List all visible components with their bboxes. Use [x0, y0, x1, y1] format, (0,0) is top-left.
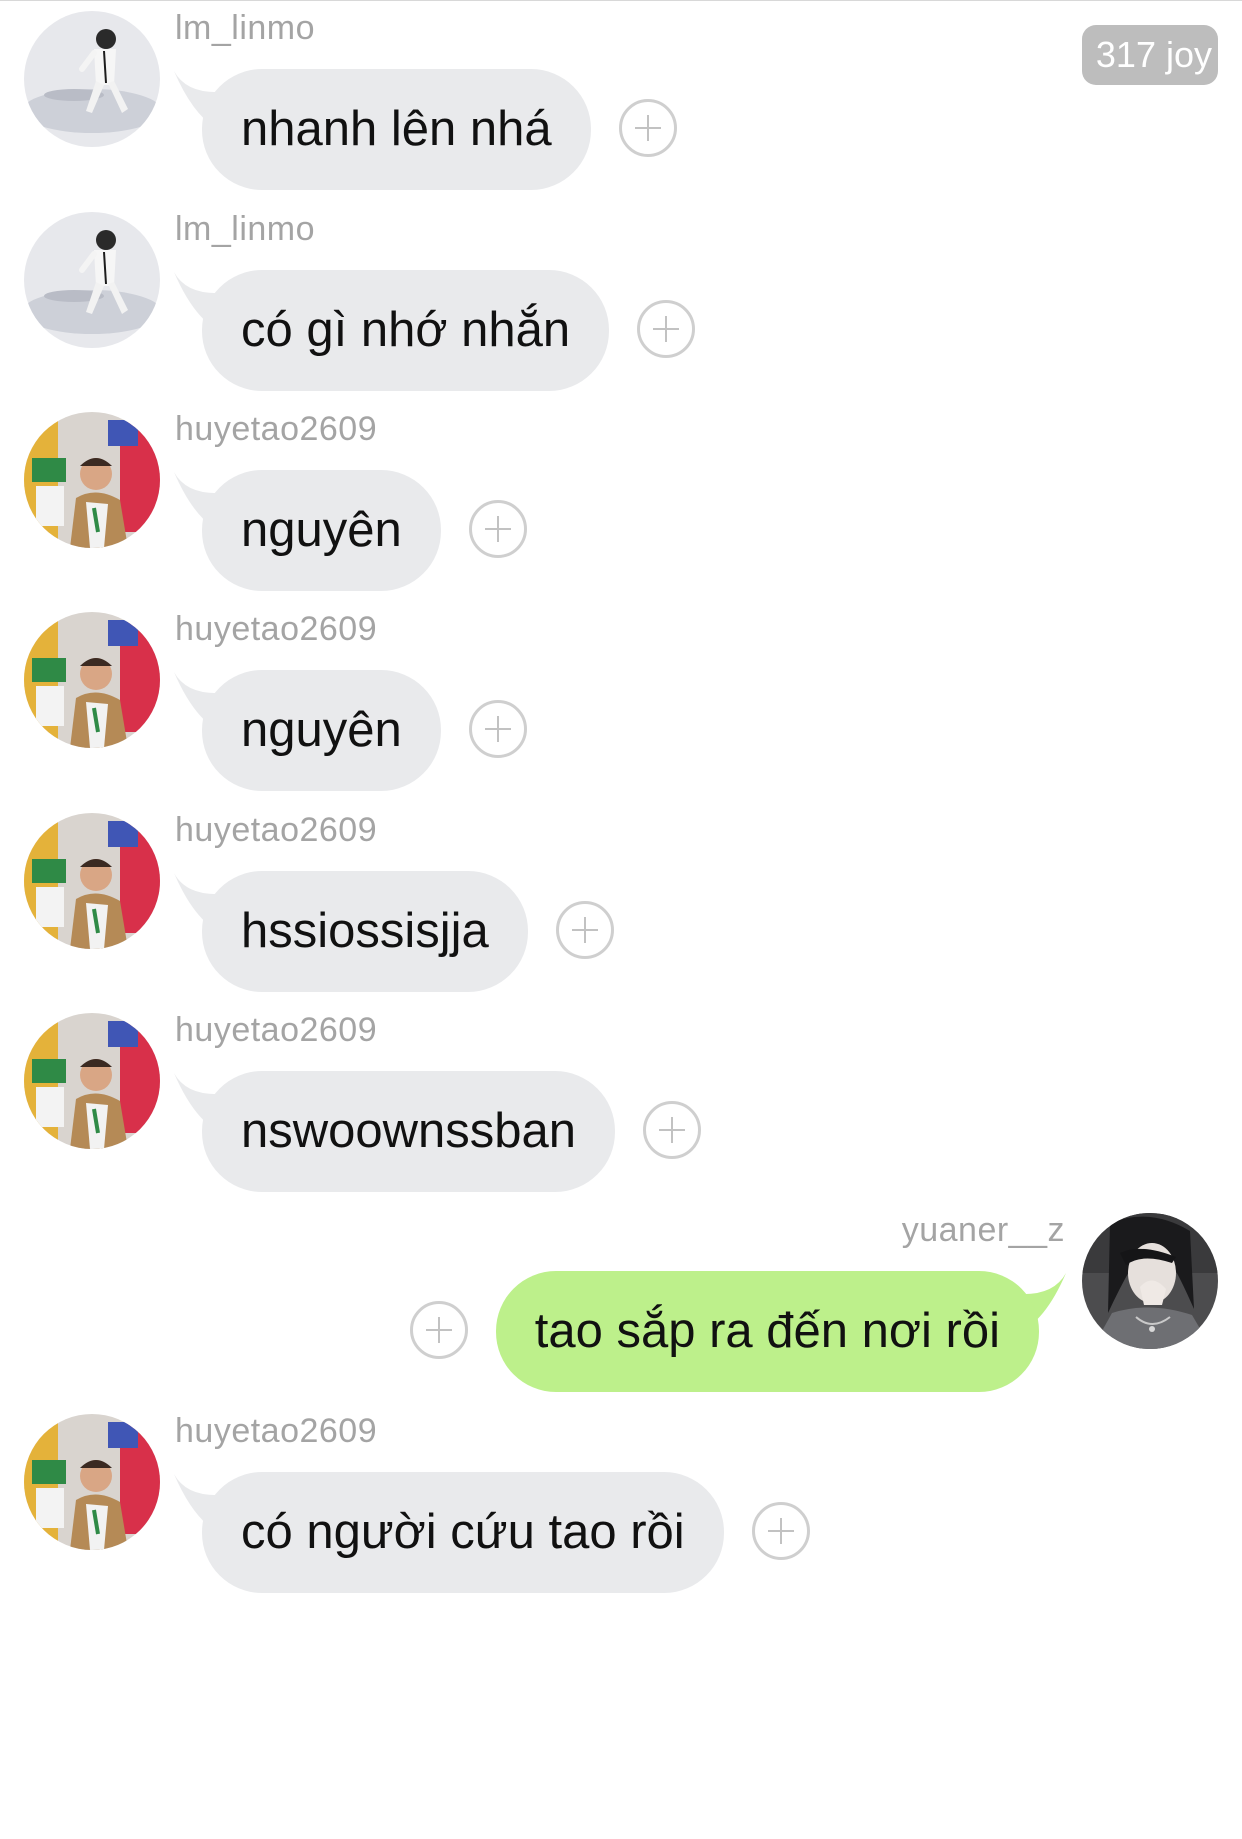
add-reaction-icon[interactable] — [637, 300, 695, 358]
avatar-huyetao2609[interactable] — [24, 1013, 160, 1149]
incoming-message-row: huyetao2609 nswoownssban — [0, 1007, 1242, 1207]
incoming-message-row: huyetao2609 nguyên — [0, 606, 1242, 806]
sender-username[interactable]: huyetao2609 — [175, 1412, 377, 1451]
message-bubble[interactable]: tao sắp ra đến nơi rồi — [495, 1271, 1039, 1392]
outgoing-message-row: yuaner__ztao sắp ra đến nơi rồi — [0, 1207, 1242, 1407]
incoming-message-row: huyetao2609 nguyên — [0, 406, 1242, 606]
avatar-huyetao2609[interactable] — [24, 813, 160, 949]
add-reaction-icon[interactable] — [643, 1101, 701, 1159]
sender-username[interactable]: huyetao2609 — [175, 811, 377, 850]
chat-message-list[interactable]: 317 joy lm_linmo nhanh lên nhá lm_linmo có … — [0, 0, 1242, 1839]
add-reaction-icon[interactable] — [410, 1301, 468, 1359]
incoming-message-row: huyetao2609 hssiossisjja — [0, 807, 1242, 1007]
add-reaction-icon[interactable] — [556, 901, 614, 959]
avatar-lm-linmo[interactable] — [24, 212, 160, 348]
avatar-huyetao2609[interactable] — [24, 1414, 160, 1550]
sender-username[interactable]: huyetao2609 — [175, 610, 377, 649]
incoming-message-row: lm_linmo có gì nhớ nhắn — [0, 206, 1242, 406]
add-reaction-icon[interactable] — [752, 1502, 810, 1560]
incoming-message-row: lm_linmonhanh lên nhá — [0, 5, 1242, 205]
add-reaction-icon[interactable] — [469, 700, 527, 758]
avatar-yuaner-z[interactable] — [1082, 1213, 1218, 1349]
sender-username[interactable]: lm_linmo — [175, 9, 315, 48]
sender-username[interactable]: huyetao2609 — [175, 1011, 377, 1050]
avatar-huyetao2609[interactable] — [24, 612, 160, 748]
message-bubble[interactable]: nswoownssban — [202, 1071, 616, 1192]
add-reaction-icon[interactable] — [469, 500, 527, 558]
sender-username[interactable]: huyetao2609 — [175, 410, 377, 449]
sender-username[interactable]: lm_linmo — [175, 210, 315, 249]
avatar-huyetao2609[interactable] — [24, 412, 160, 548]
message-bubble[interactable]: có gì nhớ nhắn — [202, 270, 610, 391]
incoming-message-row: huyetao2609 có người cứu tao rồi — [0, 1408, 1242, 1608]
add-reaction-icon[interactable] — [619, 99, 677, 157]
message-bubble[interactable]: nhanh lên nhá — [202, 69, 591, 190]
avatar-lm-linmo[interactable] — [24, 11, 160, 147]
message-bubble[interactable]: nguyên — [202, 470, 441, 591]
message-bubble[interactable]: nguyên — [202, 670, 441, 791]
message-bubble[interactable]: có người cứu tao rồi — [202, 1472, 724, 1593]
message-bubble[interactable]: hssiossisjja — [202, 871, 528, 992]
sender-username[interactable]: yuaner__z — [902, 1211, 1065, 1250]
